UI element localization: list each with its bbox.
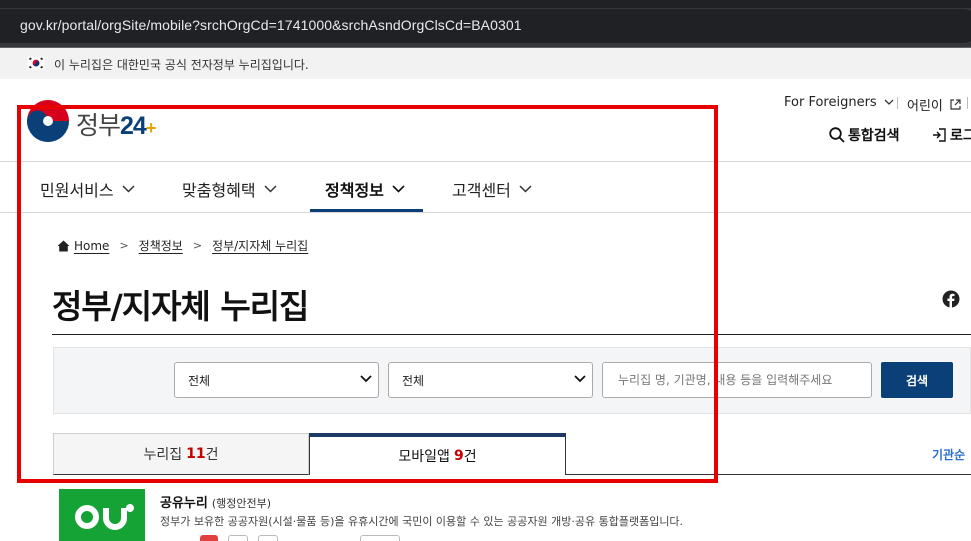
integrated-search-button[interactable]: 통합검색 [829, 125, 900, 145]
title-divider [52, 334, 971, 335]
tab-baseline [566, 474, 971, 475]
login-label: 로그 [950, 128, 971, 144]
chevron-down-icon [360, 375, 372, 383]
tab-count: 11 [186, 446, 206, 462]
keyword-search-input[interactable] [602, 362, 872, 398]
facebook-icon[interactable] [942, 290, 960, 308]
home-icon [57, 240, 70, 251]
chevron-down-icon [122, 185, 135, 193]
store-badge-icon[interactable] [228, 535, 248, 541]
chevron-right-icon: > [192, 239, 203, 252]
login-icon [933, 128, 946, 142]
integrated-search-label: 통합검색 [848, 128, 900, 144]
chevron-down-icon [884, 99, 894, 105]
chevron-right-icon: > [119, 239, 129, 252]
breadcrumb-policy-info[interactable]: 정책정보 [139, 237, 183, 254]
subcategory-select[interactable]: 전체 [388, 362, 593, 398]
breadcrumb-current[interactable]: 정부/지자체 누리집 [212, 237, 308, 254]
nav-divider [0, 212, 971, 213]
logo-word: 정부 [76, 112, 121, 140]
util-divider [967, 97, 968, 109]
category-select[interactable]: 전체 [174, 362, 379, 398]
tab-label: 누리집 [143, 447, 183, 463]
child-link[interactable]: 어린이 [907, 95, 961, 114]
store-badge-icon[interactable] [258, 535, 278, 541]
nav-label: 정책정보 [325, 181, 384, 200]
nav-item-policy-info[interactable]: 정책정보 [325, 177, 405, 201]
nav-item-customer-center[interactable]: 고객센터 [452, 177, 532, 201]
category-select-value: 전체 [188, 373, 211, 388]
util-divider [897, 97, 898, 109]
breadcrumb-home[interactable]: Home [74, 239, 109, 253]
gov-banner-text: 이 누리집은 대한민국 공식 전자정부 누리집입니다. [54, 58, 309, 72]
search-button[interactable]: 검색 [881, 362, 953, 398]
store-badge-icon[interactable] [200, 535, 218, 541]
tab-label: 모바일앱 [398, 449, 450, 465]
chevron-down-icon [519, 185, 532, 193]
chevron-down-icon [392, 185, 405, 193]
nav-item-civil-service[interactable]: 민원서비스 [40, 177, 135, 201]
app-logo-gongyu-nuri[interactable] [59, 489, 145, 541]
subcategory-select-value: 전체 [402, 373, 425, 388]
logo-text[interactable]: 정부24+ [76, 106, 156, 142]
breadcrumb: Home > 정책정보 > 정부/지자체 누리집 [57, 237, 308, 254]
nav-divider [0, 161, 971, 162]
tab-mobile-apps[interactable]: 모바일앱 9 건 [309, 433, 566, 475]
tab-strip [0, 0, 971, 8]
korea-flag-icon [27, 56, 45, 70]
chevron-down-icon [574, 375, 586, 383]
nav-label: 맞춤형혜택 [182, 181, 256, 200]
result-description: 정부가 보유한 공공자원(시설·물품 등)을 유휴시간에 국민이 이용할 수 있… [160, 515, 684, 528]
for-foreigners-link[interactable]: For Foreigners [784, 95, 894, 110]
result-org: (행정안전부) [211, 497, 272, 510]
detail-badge[interactable] [360, 535, 400, 541]
chevron-down-icon [264, 185, 277, 193]
tab-count-suffix: 건 [205, 447, 219, 463]
nav-label: 민원서비스 [40, 181, 114, 200]
browser-toolbar: gov.kr/portal/orgSite/mobile?srchOrgCd=1… [0, 0, 971, 48]
tab-websites[interactable]: 누리집 11 건 [53, 433, 309, 475]
logo-plus-icon: + [145, 118, 156, 138]
tab-count-suffix: 건 [463, 449, 477, 465]
sort-by-agency-link[interactable]: 기관순 [932, 446, 965, 463]
nav-label: 고객센터 [452, 181, 511, 200]
page-title: 정부/지자체 누리집 [52, 287, 309, 326]
login-button[interactable]: 로그 [932, 125, 971, 145]
external-link-icon [950, 99, 961, 110]
result-name: 공유누리 [160, 496, 208, 511]
child-label: 어린이 [907, 99, 943, 114]
gongyu-nuri-logo-icon [75, 504, 134, 530]
url-text[interactable]: gov.kr/portal/orgSite/mobile?srchOrgCd=1… [20, 17, 522, 33]
search-icon [829, 127, 845, 143]
result-title[interactable]: 공유누리 (행정안전부) [160, 492, 271, 511]
nav-item-custom-benefits[interactable]: 맞춤형혜택 [182, 177, 277, 201]
logo-number: 24 [120, 112, 147, 140]
gov24-logo-icon[interactable] [25, 99, 71, 143]
for-foreigners-label: For Foreigners [784, 95, 877, 110]
tab-count: 9 [453, 448, 464, 464]
